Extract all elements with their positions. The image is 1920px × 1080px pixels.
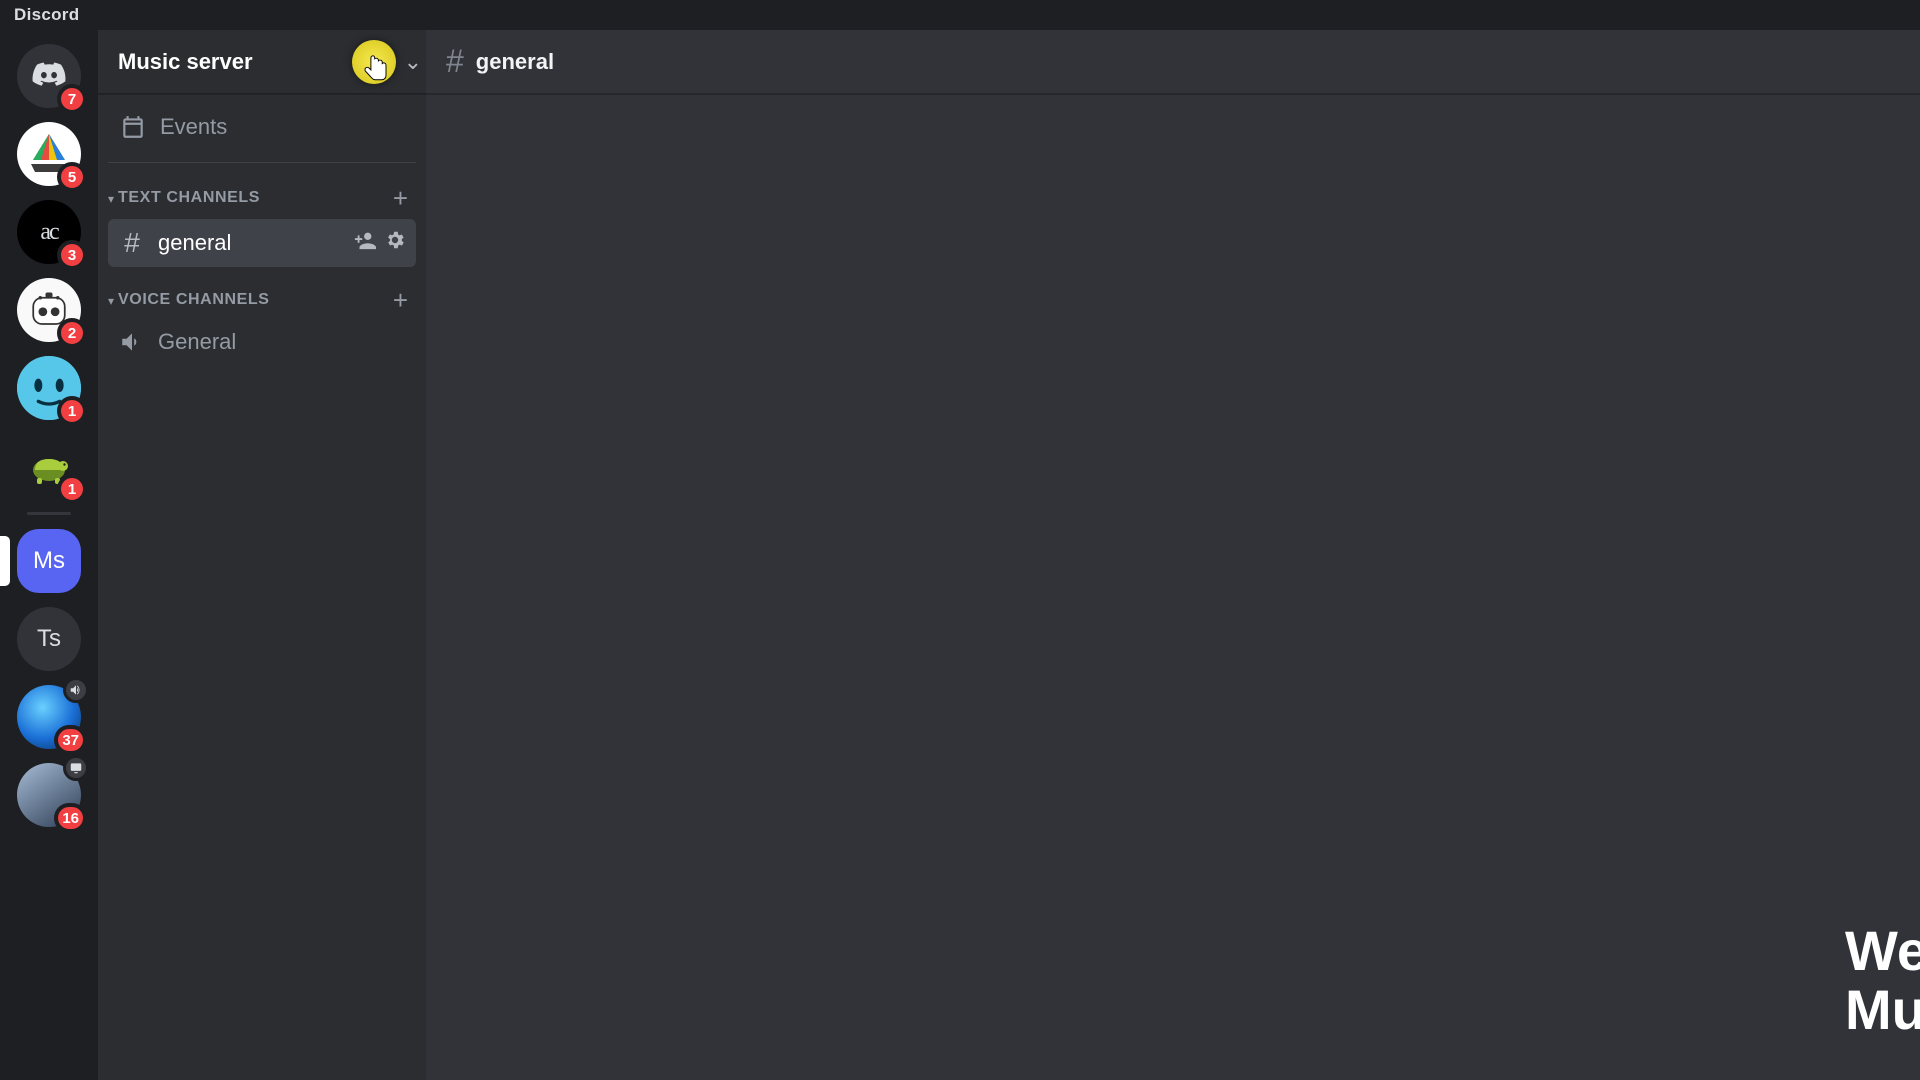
server-divider bbox=[27, 512, 71, 515]
speaker-icon bbox=[118, 329, 146, 355]
server-item[interactable]: 16 bbox=[17, 763, 81, 827]
server-header[interactable]: Music server ⌄ bbox=[98, 30, 426, 94]
chevron-down-icon: ⌄ bbox=[404, 49, 422, 75]
active-pill bbox=[0, 536, 10, 586]
notification-badge: 1 bbox=[57, 474, 87, 504]
server-item[interactable]: 5 bbox=[17, 122, 81, 186]
text-channel-general[interactable]: # general bbox=[108, 219, 416, 267]
chevron-down-icon: ▾ bbox=[108, 192, 114, 206]
hash-icon: # bbox=[446, 43, 464, 80]
title-bar: Discord bbox=[0, 0, 1920, 30]
server-dropdown-button[interactable]: ⌄ bbox=[342, 40, 406, 84]
server-item[interactable]: 1 bbox=[17, 434, 81, 498]
sidebar-nav: Events bbox=[98, 94, 426, 150]
add-channel-button[interactable]: + bbox=[393, 287, 408, 313]
notification-badge: 3 bbox=[57, 240, 87, 270]
category-label: VOICE CHANNELS bbox=[118, 291, 270, 309]
server-item[interactable]: Ts bbox=[17, 607, 81, 671]
app-title: Discord bbox=[14, 5, 79, 25]
notification-badge: 5 bbox=[57, 162, 87, 192]
channel-title: general bbox=[476, 49, 554, 75]
notification-badge: 1 bbox=[57, 396, 87, 426]
server-item-active[interactable]: Ms bbox=[17, 529, 81, 593]
server-item[interactable]: 2 bbox=[17, 278, 81, 342]
category-label: TEXT CHANNELS bbox=[118, 189, 260, 207]
calendar-icon bbox=[120, 114, 146, 140]
notification-badge: 2 bbox=[57, 318, 87, 348]
channel-name: general bbox=[158, 230, 342, 256]
main-area: # general We Mu bbox=[426, 30, 1920, 1080]
channel-name: General bbox=[158, 329, 406, 355]
gear-icon[interactable] bbox=[384, 229, 406, 257]
notification-badge: 37 bbox=[54, 725, 87, 755]
server-item[interactable]: ac 3 bbox=[17, 200, 81, 264]
invite-icon[interactable] bbox=[354, 229, 376, 257]
app-shell: 7 5 ac 3 2 bbox=[0, 30, 1920, 1080]
channel-sidebar: Music server ⌄ Events ▾ TEXT CHANNELS + bbox=[98, 30, 426, 1080]
welcome-heading: We Mu bbox=[1845, 922, 1920, 1040]
add-channel-button[interactable]: + bbox=[393, 185, 408, 211]
chat-content: We Mu bbox=[426, 94, 1920, 1080]
events-button[interactable]: Events bbox=[108, 104, 416, 150]
text-channels-category[interactable]: ▾ TEXT CHANNELS + bbox=[98, 167, 426, 217]
voice-indicator-icon bbox=[63, 677, 89, 703]
server-abbrev: Ts bbox=[37, 625, 61, 653]
separator bbox=[108, 162, 416, 163]
hash-icon: # bbox=[118, 227, 146, 259]
server-list: 7 5 ac 3 2 bbox=[0, 30, 98, 1080]
notification-badge: 16 bbox=[54, 803, 87, 833]
voice-channel-general[interactable]: General bbox=[108, 321, 416, 363]
screen-share-indicator-icon bbox=[63, 755, 89, 781]
server-abbrev: ac bbox=[40, 219, 57, 246]
server-item[interactable]: 1 bbox=[17, 356, 81, 420]
voice-channels-category[interactable]: ▾ VOICE CHANNELS + bbox=[98, 269, 426, 319]
events-label: Events bbox=[160, 114, 227, 140]
server-name: Music server bbox=[118, 49, 253, 75]
notification-badge: 7 bbox=[57, 84, 87, 114]
channel-actions bbox=[354, 229, 406, 257]
server-home[interactable]: 7 bbox=[17, 44, 81, 108]
chevron-down-icon: ▾ bbox=[108, 294, 114, 308]
server-abbrev: Ms bbox=[33, 547, 65, 575]
channel-header: # general bbox=[426, 30, 1920, 94]
pointer-cursor-icon bbox=[362, 53, 392, 83]
server-item[interactable]: 37 bbox=[17, 685, 81, 749]
